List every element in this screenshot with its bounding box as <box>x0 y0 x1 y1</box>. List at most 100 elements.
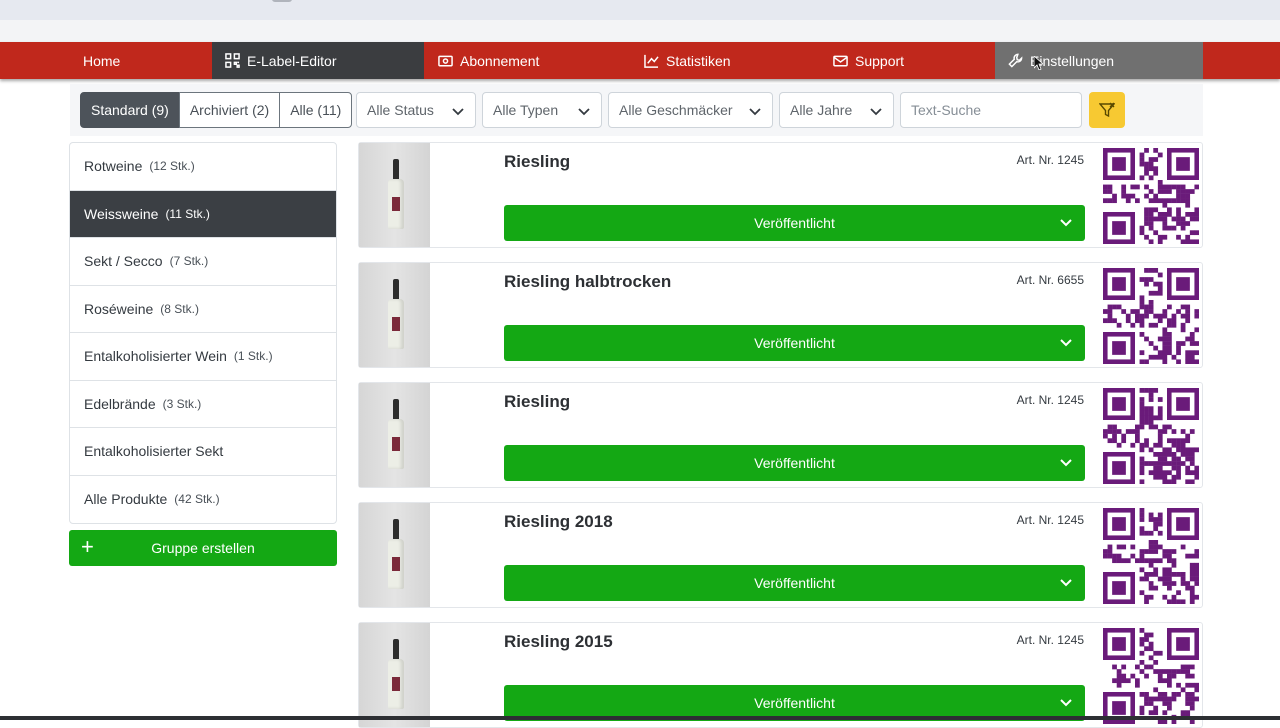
nav-editor-label: E-Label-Editor <box>247 52 337 69</box>
type-select[interactable]: Alle Typen <box>482 92 602 128</box>
group-count: (7 Stk.) <box>169 254 209 269</box>
chevron-down-icon <box>1060 339 1072 347</box>
sidebar-item-group[interactable]: Edelbrände (3 Stk.) <box>70 381 336 428</box>
group-name: Sekt / Secco <box>84 253 163 270</box>
nav-home-label: Home <box>83 52 121 69</box>
product-card[interactable]: Riesling 2018 Art. Nr. 1245 Veröffentlicht <box>358 502 1203 608</box>
status-select-value: Alle Status <box>367 102 434 118</box>
taste-select-value: Alle Geschmäcker <box>619 102 733 118</box>
product-title: Riesling <box>504 152 571 171</box>
qr-code-icon <box>1103 388 1199 484</box>
product-image[interactable] <box>359 263 430 367</box>
plus-icon: + <box>81 534 94 559</box>
sidebar-item-group[interactable]: Weissweine (11 Stk.) <box>70 190 336 238</box>
product-title: Riesling <box>504 392 571 411</box>
product-title: Riesling 2015 <box>504 632 613 651</box>
qr-code-icon <box>1103 508 1199 604</box>
scope-button-group: Standard (9) Archiviert (2) Alle (11) <box>80 92 353 128</box>
chevron-down-icon <box>1060 699 1072 707</box>
product-card[interactable]: Riesling 2015 Art. Nr. 1245 Veröffentlicht <box>358 622 1203 728</box>
publish-status-dropdown[interactable]: Veröffentlicht <box>504 565 1085 601</box>
sidebar-item-group[interactable]: Entalkoholisierter Sekt <box>70 428 336 476</box>
line-chart-icon <box>644 54 659 68</box>
group-name: Rotweine <box>84 158 143 175</box>
create-group-label: Gruppe erstellen <box>151 540 255 556</box>
group-count: (3 Stk.) <box>162 396 202 411</box>
group-name: Weissweine <box>84 205 159 222</box>
chevron-down-icon <box>1060 219 1072 227</box>
qr-code-icon <box>225 53 240 68</box>
status-label: Veröffentlicht <box>754 575 835 591</box>
nav-home[interactable]: Home <box>70 42 212 79</box>
tab-standard[interactable]: Standard (9) <box>80 92 180 128</box>
sidebar-item-group[interactable]: Roséweine (8 Stk.) <box>70 286 336 333</box>
envelope-icon <box>833 55 848 66</box>
nav-abonnement[interactable]: Abonnement <box>424 42 636 79</box>
wrench-icon <box>1008 53 1023 68</box>
publish-status-dropdown[interactable]: Veröffentlicht <box>504 205 1085 241</box>
product-image[interactable] <box>359 383 430 487</box>
reset-filter-button[interactable] <box>1089 92 1125 128</box>
cash-icon <box>438 55 453 66</box>
group-list: Rotweine (12 Stk.) Weissweine (11 Stk.) Sekt… <box>69 142 337 524</box>
product-card[interactable]: Riesling halbtrocken Art. Nr. 6655 Veröffe… <box>358 262 1203 368</box>
browser-top-bar <box>0 0 1280 20</box>
group-name: Alle Produkte <box>84 491 168 508</box>
publish-status-dropdown[interactable]: Veröffentlicht <box>504 325 1085 361</box>
status-label: Veröffentlicht <box>754 455 835 471</box>
nav-e-label-editor[interactable]: E-Label-Editor <box>212 42 424 79</box>
article-number: Art. Nr. 6655 <box>1016 273 1084 287</box>
mouse-cursor-icon <box>1034 56 1043 70</box>
sidebar-item-group[interactable]: Entalkoholisierter Wein (1 Stk.) <box>70 333 336 381</box>
product-image[interactable] <box>359 143 430 247</box>
page-top-spacer <box>0 20 1280 42</box>
qr-code-icon <box>1103 148 1199 244</box>
taste-select[interactable]: Alle Geschmäcker <box>608 92 773 128</box>
product-image[interactable] <box>359 623 430 727</box>
nav-einstellungen[interactable]: Einstellungen <box>995 42 1203 79</box>
browser-tab-nub <box>272 0 292 2</box>
article-number: Art. Nr. 1245 <box>1016 393 1084 407</box>
product-card[interactable]: Riesling Art. Nr. 1245 Veröffentlicht <box>358 382 1203 488</box>
sidebar-item-group[interactable]: Sekt / Secco (7 Stk.) <box>70 238 336 286</box>
tab-archiviert[interactable]: Archiviert (2) <box>178 92 281 128</box>
nav-statistiken[interactable]: Statistiken <box>636 42 822 79</box>
group-count: (42 Stk.) <box>174 492 220 507</box>
status-label: Veröffentlicht <box>754 335 835 351</box>
status-label: Veröffentlicht <box>754 215 835 231</box>
status-select[interactable]: Alle Status <box>356 92 476 128</box>
filter-bar: Standard (9) Archiviert (2) Alle (11) Al… <box>70 84 1203 136</box>
group-name: Roséweine <box>84 300 154 317</box>
group-count: (8 Stk.) <box>160 301 199 316</box>
nav-statistiken-label: Statistiken <box>666 52 731 69</box>
year-select[interactable]: Alle Jahre <box>779 92 894 128</box>
sidebar-item-group[interactable]: Alle Produkte (42 Stk.) <box>70 476 336 524</box>
text-search-input[interactable] <box>900 92 1082 128</box>
main-navbar: Home E-Label-Editor Abonnement Statistik… <box>0 42 1280 79</box>
article-number: Art. Nr. 1245 <box>1016 633 1084 647</box>
group-name: Edelbrände <box>84 395 156 412</box>
create-group-button[interactable]: + Gruppe erstellen <box>69 530 337 566</box>
product-title: Riesling 2018 <box>504 512 613 531</box>
qr-code-icon <box>1103 268 1199 364</box>
chevron-down-icon <box>870 108 882 116</box>
status-label: Veröffentlicht <box>754 695 835 711</box>
taskbar-edge <box>0 716 1280 720</box>
chevron-down-icon <box>578 108 590 116</box>
nav-abonnement-label: Abonnement <box>460 52 540 69</box>
filter-clear-icon <box>1099 102 1115 118</box>
product-image[interactable] <box>359 503 430 607</box>
sidebar-item-group[interactable]: Rotweine (12 Stk.) <box>70 143 336 191</box>
article-number: Art. Nr. 1245 <box>1016 513 1084 527</box>
group-name: Entalkoholisierter Sekt <box>84 443 224 460</box>
nav-support[interactable]: Support <box>822 42 995 79</box>
chevron-down-icon <box>749 108 761 116</box>
group-count: (1 Stk.) <box>233 349 273 364</box>
publish-status-dropdown[interactable]: Veröffentlicht <box>504 445 1085 481</box>
group-count: (11 Stk.) <box>165 206 210 221</box>
group-name: Entalkoholisierter Wein <box>84 348 227 365</box>
wine-bottle-icon <box>388 279 404 349</box>
tab-alle[interactable]: Alle (11) <box>279 92 353 128</box>
product-card[interactable]: Riesling Art. Nr. 1245 Veröffentlicht <box>358 142 1203 248</box>
year-select-value: Alle Jahre <box>790 102 853 118</box>
